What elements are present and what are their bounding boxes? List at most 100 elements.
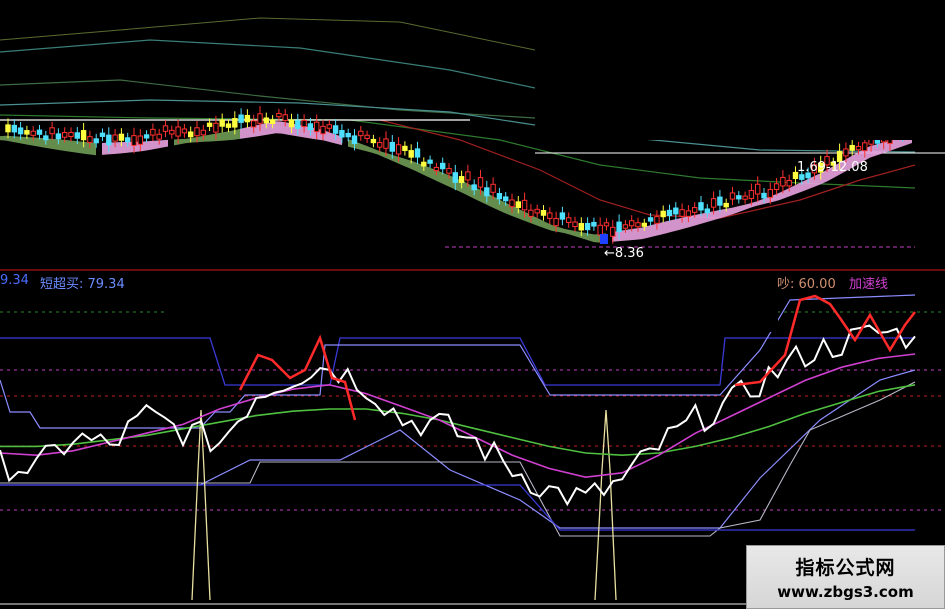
candle-body [849,144,855,151]
candle-body [36,129,43,135]
candle-body [175,126,181,137]
candle-body [578,223,584,231]
candle-body [251,120,257,128]
candle-body [11,124,18,133]
mask-block-mid [168,280,778,332]
candle-body [528,209,534,217]
candle-body [458,176,465,183]
low-candle-marker [600,234,608,244]
candle-body [244,114,251,123]
candle-body [49,127,55,135]
candle-body [206,122,213,127]
short-overbought-label: 短超买: 79.34 [40,277,125,292]
candle-body [339,130,345,138]
zone-price-label: 1.69-12.08 [797,160,868,175]
candle-body [377,141,383,148]
candle-body [761,192,767,199]
candle-body [427,159,433,164]
candle-body [477,177,484,188]
candle-body [521,199,528,211]
candle-body [383,138,389,149]
candle-body [496,193,503,200]
candle-body [692,207,698,213]
candle-body [540,210,547,216]
indicator-green-line [0,384,916,457]
spike-2 [594,409,617,601]
candle-body [169,129,175,135]
candle-body [314,121,320,133]
candle-body [68,131,74,138]
candle-body [332,125,339,134]
candle-body [465,171,471,181]
candle-body [786,179,792,187]
candle-body [351,135,358,145]
candle-body [395,144,402,155]
candle-body [301,119,307,128]
candle-body [389,141,396,152]
candle-body [509,199,515,208]
candle-body [603,222,610,227]
candle-body [43,135,49,141]
candle-body [729,192,736,200]
candle-body [295,120,301,129]
candle-body [162,125,169,132]
candle-body [440,162,446,170]
candle-body [263,117,270,124]
candle-body [597,224,603,236]
candle-body [591,221,597,227]
candle-body [269,119,276,124]
candle-body [219,119,225,127]
candle-body [194,127,200,137]
candle-body [660,210,666,218]
candle-body [87,136,93,143]
candle-body [616,221,622,232]
candle-body [181,128,188,134]
candle-body [370,138,377,144]
indicator-left-value: 9.34 [0,273,29,288]
candle-body [547,212,553,219]
candle-body [74,132,80,139]
candle-body [742,195,748,200]
candle-body [710,198,717,208]
watermark-url: www.zbgs3.com [777,583,914,601]
chart-stage: ←8.36 1.69-12.08 9.34 短超买: 79.34 吵: 60.0… [0,0,945,609]
candle-body [433,166,440,172]
candle-body [345,132,351,138]
candle-body [635,222,641,228]
candle-body [225,123,232,128]
candle-body [402,145,408,151]
candle-body [326,124,333,129]
right-value-label: 吵: 60.00 [777,277,836,292]
candle-body [288,119,295,128]
candle-body [93,138,99,144]
candle-body [673,207,679,215]
candle-body [622,224,629,229]
candle-body [490,183,496,193]
candle-body [471,184,477,191]
candle-body [610,226,616,237]
candle-body [862,142,868,152]
candle-body [629,220,635,227]
candle-body [137,135,144,145]
candle-body [503,196,509,202]
mask-block-top-right [535,0,945,140]
candle-body [276,112,282,118]
channel-bottom-blue [0,484,915,531]
candle-body [704,208,710,214]
candle-body [17,127,24,135]
candle-body [24,130,30,135]
indicator-white-line [0,324,916,507]
candle-body [584,222,591,231]
candle-body [748,190,755,199]
candle-body [408,150,414,158]
ribbon-segment-5 [348,138,606,243]
candle-body [654,216,660,224]
candle-body [156,133,162,140]
candle-body [62,132,68,138]
candle-body [131,135,137,146]
candle-body [647,217,654,222]
ma-line-long-1 [0,39,536,89]
candle-body [30,130,36,136]
candle-body [150,128,156,136]
candle-body [118,133,125,141]
